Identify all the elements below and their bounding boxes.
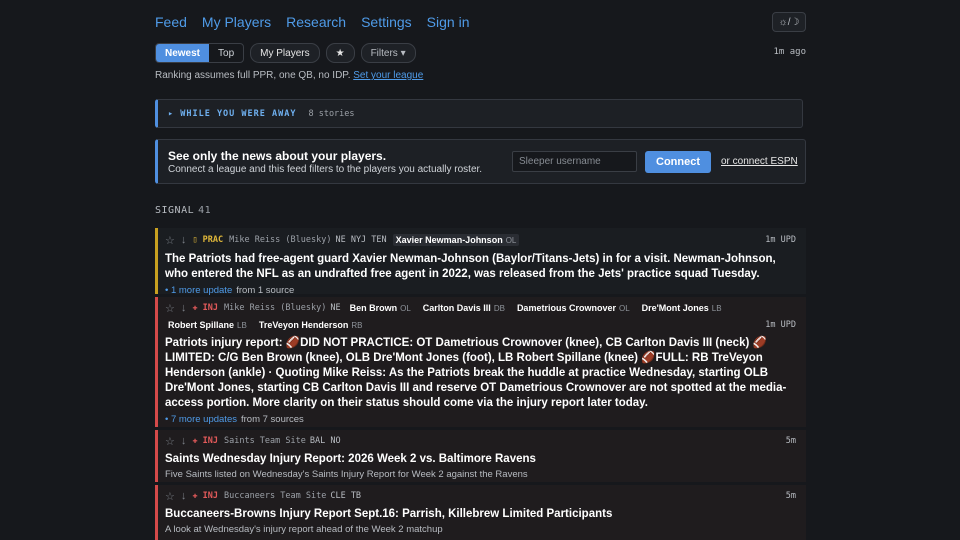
team-tags: NE: [330, 303, 341, 313]
connect-espn-link[interactable]: or connect ESPN: [721, 156, 798, 167]
my-players-filter-button[interactable]: My Players: [250, 43, 320, 63]
item-time: 1m UPD: [765, 235, 796, 245]
player-chip[interactable]: TreVeyon Henderson RB: [256, 319, 366, 331]
player-chip[interactable]: Dre'Mont Jones LB: [639, 302, 725, 314]
set-league-link[interactable]: Set your league: [353, 70, 423, 81]
sort-toggle: Newest Top: [155, 43, 245, 63]
while-away-count: 8 stories: [308, 108, 355, 119]
item-title[interactable]: The Patriots had free-agent guard Xavier…: [165, 252, 806, 282]
source-name: Buccaneers Team Site: [223, 491, 327, 501]
news-item[interactable]: ☆ ↓ ✚ INJ Saints Team Site BAL NO 5m Sai…: [155, 430, 806, 482]
starred-filter-button[interactable]: ★: [325, 43, 355, 63]
feed-controls: Newest Top My Players ★ Filters ▾: [155, 43, 416, 63]
star-icon[interactable]: ☆: [165, 234, 175, 247]
nav-sign-in[interactable]: Sign in: [427, 14, 470, 30]
source-name: Saints Team Site: [223, 436, 306, 446]
connect-league-panel: See only the news about your players. Co…: [155, 139, 806, 184]
ranking-text: Ranking assumes full PPR, one QB, no IDP…: [155, 70, 351, 81]
nav-feed[interactable]: Feed: [155, 14, 187, 30]
arrow-down-icon[interactable]: ↓: [181, 302, 187, 314]
connect-subtext: Connect a league and this feed filters t…: [168, 164, 483, 175]
team-tags: CLE TB: [330, 491, 362, 501]
injury-badge: ✚ INJ: [192, 491, 218, 501]
practice-badge: ▯ PRAC: [192, 235, 224, 245]
signal-header: SIGNAL 41: [155, 205, 211, 216]
connect-heading: See only the news about your players.: [168, 149, 387, 163]
filters-dropdown[interactable]: Filters ▾: [360, 43, 416, 63]
star-icon[interactable]: ☆: [165, 435, 175, 448]
nav-my-players[interactable]: My Players: [202, 14, 271, 30]
sort-top-button[interactable]: Top: [209, 44, 243, 62]
nav-settings[interactable]: Settings: [361, 14, 412, 30]
star-icon[interactable]: ☆: [165, 490, 175, 503]
connect-button[interactable]: Connect: [645, 151, 711, 173]
signal-label: SIGNAL: [155, 205, 195, 216]
injury-badge: ✚ INJ: [192, 436, 218, 446]
more-updates-link[interactable]: • 1 more update from 1 source: [165, 285, 806, 296]
item-time: 5m: [785, 491, 796, 501]
player-chip[interactable]: Robert Spillane LB: [165, 319, 250, 331]
team-tags: NE NYJ TEN: [335, 235, 387, 245]
sun-moon-icon: ☼/☽: [778, 16, 800, 28]
player-chip[interactable]: Xavier Newman-Johnson OL: [392, 234, 520, 246]
item-time: 5m: [785, 436, 796, 446]
star-icon[interactable]: ☆: [165, 302, 175, 315]
sort-newest-button[interactable]: Newest: [156, 44, 210, 62]
ranking-note: Ranking assumes full PPR, one QB, no IDP…: [155, 70, 423, 81]
source-name: Mike Reiss (Bluesky): [223, 303, 327, 313]
injury-badge: ✚ INJ: [192, 303, 218, 313]
player-chip[interactable]: Carlton Davis III DB: [420, 302, 508, 314]
news-item[interactable]: ☆ ↓ ✚ INJ Buccaneers Team Site CLE TB 5m…: [155, 485, 806, 540]
sleeper-username-input[interactable]: [512, 151, 637, 172]
item-time: 1m UPD: [765, 320, 796, 330]
while-away-label: ▸ WHILE YOU WERE AWAY: [168, 108, 297, 119]
source-name: Mike Reiss (Bluesky): [229, 235, 332, 245]
item-summary: A look at Wednesday's injury report ahea…: [165, 524, 443, 535]
item-title[interactable]: Saints Wednesday Injury Report: 2026 Wee…: [165, 452, 806, 467]
last-updated: 1m ago: [773, 47, 806, 57]
news-item[interactable]: ☆ ↓ ✚ INJ Mike Reiss (Bluesky) NE Ben Br…: [155, 297, 806, 427]
more-updates-link[interactable]: • 7 more updates from 7 sources: [165, 414, 806, 425]
player-chip[interactable]: Dametrious Crownover OL: [514, 302, 633, 314]
player-chip[interactable]: Ben Brown OL: [347, 302, 414, 314]
team-tags: BAL NO: [309, 436, 341, 446]
news-item[interactable]: ☆ ↓ ▯ PRAC Mike Reiss (Bluesky) NE NYJ T…: [155, 228, 806, 296]
item-title[interactable]: Buccaneers-Browns Injury Report Sept.16:…: [165, 507, 806, 522]
arrow-down-icon[interactable]: ↓: [181, 234, 187, 246]
theme-toggle-button[interactable]: ☼/☽: [772, 12, 806, 32]
arrow-down-icon[interactable]: ↓: [181, 490, 187, 502]
nav-research[interactable]: Research: [286, 14, 346, 30]
top-nav: Feed My Players Research Settings Sign i…: [155, 14, 469, 30]
item-summary: Five Saints listed on Wednesday's Saints…: [165, 469, 528, 480]
while-away-panel[interactable]: ▸ WHILE YOU WERE AWAY 8 stories: [155, 99, 803, 128]
signal-count: 41: [198, 205, 212, 216]
item-title[interactable]: Patriots injury report: 🏈DID NOT PRACTIC…: [165, 336, 806, 411]
star-icon: ★: [335, 47, 345, 59]
arrow-down-icon[interactable]: ↓: [181, 435, 187, 447]
